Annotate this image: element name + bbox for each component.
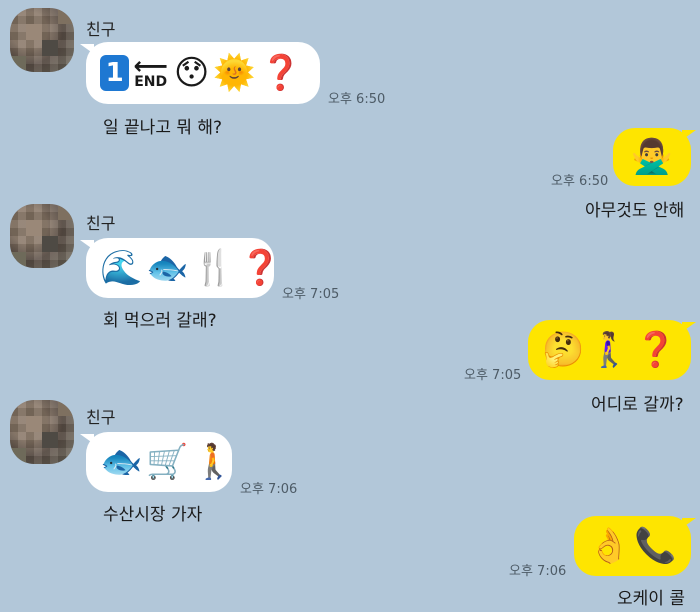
question-mark-icon: ❓ <box>634 330 678 370</box>
friend-avatar[interactable] <box>10 8 74 72</box>
shopping-cart-icon: 🛒 <box>146 442 189 482</box>
emoji-bubble[interactable]: 🐟 🛒 🚶 <box>86 432 236 492</box>
message-text[interactable]: 오케이 콜 <box>617 584 685 609</box>
fish-icon: 🐟 <box>100 442 143 482</box>
emoji-bubble[interactable]: 🤔 🚶‍♀️ ❓ <box>528 320 691 380</box>
fish-icon: 🐟 <box>146 248 189 288</box>
message-text[interactable]: 일 끝나고 뭐 해? <box>103 113 222 138</box>
message-time: 오후 6:50 <box>551 174 609 189</box>
fork-knife-icon: 🍴 <box>192 248 236 288</box>
question-mark-icon: ❓ <box>259 53 302 93</box>
telephone-receiver-icon: 📞 <box>634 526 677 566</box>
emoji-bubble[interactable]: 👌 📞 <box>574 516 691 576</box>
message-time: 오후 7:05 <box>464 368 522 383</box>
message-time: 오후 6:50 <box>328 92 386 107</box>
message-text[interactable]: 어디로 갈까? <box>591 390 684 415</box>
message-time: 오후 7:06 <box>240 482 298 497</box>
emoji-bubble[interactable]: 🙅‍♂️ <box>613 128 691 186</box>
thinking-face-icon: 🤔 <box>542 330 585 370</box>
message-text[interactable]: 수산시장 가자 <box>103 500 202 525</box>
emoji-bubble[interactable]: 🌊 🐟 🍴 ❓ <box>86 238 281 298</box>
friend-avatar[interactable] <box>10 204 74 268</box>
contact-name: 친구 <box>86 20 116 39</box>
sun-with-face-icon: 🌞 <box>213 53 256 93</box>
message-text[interactable]: 아무것도 안해 <box>585 196 684 221</box>
message-time: 오후 7:05 <box>282 287 340 302</box>
contact-name: 친구 <box>86 214 116 233</box>
end-arrow-icon: ⟵ END <box>133 52 168 90</box>
person-gesturing-no-icon: 🙅‍♂️ <box>630 137 674 177</box>
contact-name: 친구 <box>86 408 116 427</box>
message-time: 오후 7:06 <box>509 564 567 579</box>
woman-walking-icon: 🚶‍♀️ <box>588 330 631 370</box>
ok-hand-icon: 👌 <box>588 526 631 566</box>
person-walking-icon: 🚶 <box>192 442 236 482</box>
keycap-one-icon: 1 <box>100 55 130 91</box>
hushed-face-icon: 😯 <box>173 53 210 93</box>
question-mark-icon: ❓ <box>239 248 282 288</box>
emoji-bubble[interactable]: 1 ⟵ END 😯 🌞 ❓ <box>86 42 320 104</box>
water-wave-icon: 🌊 <box>100 248 143 288</box>
message-text[interactable]: 회 먹으러 갈래? <box>103 306 217 331</box>
friend-avatar[interactable] <box>10 400 74 464</box>
